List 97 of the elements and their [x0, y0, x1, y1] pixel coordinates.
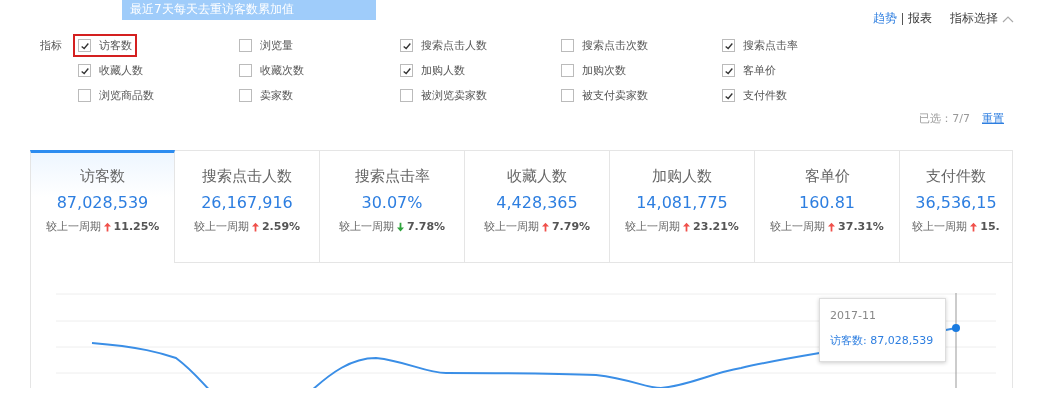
metric-value: 36,536,15: [915, 193, 997, 212]
checkbox[interactable]: [561, 89, 574, 102]
checkbox[interactable]: [239, 39, 252, 52]
option-label: 收藏人数: [99, 63, 143, 78]
metric-title: 访客数: [80, 167, 125, 186]
option-label: 搜索点击率: [743, 38, 798, 53]
filter-label: 指标: [40, 38, 63, 54]
metric-title: 客单价: [804, 167, 850, 186]
indicator-option[interactable]: 客单价: [717, 59, 781, 82]
caret-icon: [1002, 14, 1014, 23]
checkbox[interactable]: [78, 64, 91, 77]
indicator-option[interactable]: 搜索点击人数: [395, 34, 492, 57]
change-percent: 2.59%: [261, 220, 301, 233]
option-label: 卖家数: [260, 88, 293, 103]
checkbox[interactable]: [78, 39, 91, 52]
reset-link[interactable]: 重置: [982, 111, 1004, 126]
compare-label: 较上一周期: [912, 219, 968, 234]
change-percent: 7.79%: [551, 220, 591, 233]
option-label: 被支付卖家数: [582, 88, 648, 103]
metric-card[interactable]: 收藏人数 4,428,365 较上一周期 7.79%: [465, 150, 610, 263]
checkmark-icon: [79, 65, 90, 76]
checkbox[interactable]: [239, 64, 252, 77]
metric-card[interactable]: 搜索点击率 30.07% 较上一周期 7.78%: [320, 150, 465, 263]
checkmark-icon: [723, 40, 734, 51]
indicator-option[interactable]: 浏览量: [234, 34, 298, 57]
checkbox[interactable]: [400, 89, 413, 102]
metric-value: 87,028,539: [56, 193, 149, 212]
selected-count: 已选：7/7: [919, 111, 970, 126]
indicator-option[interactable]: 浏览商品数: [73, 84, 159, 107]
change-percent: 23.21%: [693, 220, 739, 233]
metric-picker-toggle[interactable]: 指标选择: [950, 10, 1014, 27]
metric-card[interactable]: 搜索点击人数 26,167,916 较上一周期 2.59%: [175, 150, 320, 263]
metric-value: 160.81: [799, 193, 855, 212]
metric-card[interactable]: 加购人数 14,081,775 较上一周期 23.21%: [610, 150, 755, 263]
option-label: 搜索点击人数: [421, 38, 487, 53]
checkmark-icon: [723, 90, 734, 101]
checkbox[interactable]: [400, 39, 413, 52]
option-label: 被浏览卖家数: [421, 88, 487, 103]
compare-label: 较上一周期: [193, 219, 249, 234]
checkbox[interactable]: [400, 64, 413, 77]
indicator-option[interactable]: 加购次数: [556, 59, 631, 82]
metric-title: 支付件数: [926, 167, 986, 186]
checkmark-icon: [723, 65, 734, 76]
indicator-option[interactable]: 加购人数: [395, 59, 470, 82]
metric-value: 14,081,775: [636, 193, 728, 212]
metric-title: 收藏人数: [507, 167, 567, 186]
view-tab[interactable]: 报表: [908, 10, 932, 27]
compare-label: 较上一周期: [770, 219, 826, 234]
compare-label: 较上一周期: [483, 219, 539, 234]
metric-title: 搜索点击率: [354, 167, 430, 186]
metric-value: 4,428,365: [496, 193, 578, 212]
option-label: 浏览量: [260, 38, 293, 53]
checkmark-icon: [401, 65, 412, 76]
compare-label: 较上一周期: [338, 219, 394, 234]
indicator-option[interactable]: 搜索点击次数: [556, 34, 653, 57]
checkbox[interactable]: [561, 64, 574, 77]
option-label: 收藏次数: [260, 63, 304, 78]
compare-label: 较上一周期: [625, 219, 681, 234]
change-percent: 7.78%: [406, 220, 446, 233]
metric-card[interactable]: 客单价 160.81 较上一周期 37.31%: [755, 150, 900, 263]
option-label: 加购人数: [421, 63, 465, 78]
metric-title: 搜索点击人数: [202, 167, 292, 186]
indicator-option[interactable]: 收藏人数: [73, 59, 148, 82]
compare-label: 较上一周期: [45, 219, 101, 234]
indicator-option[interactable]: 搜索点击率: [717, 34, 803, 57]
checkbox[interactable]: [78, 89, 91, 102]
indicator-option[interactable]: 卖家数: [234, 84, 298, 107]
view-tab[interactable]: 趋势: [873, 10, 897, 27]
indicator-option[interactable]: 被浏览卖家数: [395, 84, 492, 107]
indicator-option[interactable]: 收藏次数: [234, 59, 309, 82]
indicator-option[interactable]: 访客数: [73, 34, 137, 57]
checkbox[interactable]: [561, 39, 574, 52]
checkbox[interactable]: [722, 89, 735, 102]
metric-title: 加购人数: [652, 167, 712, 186]
metric-value: 26,167,916: [201, 193, 293, 212]
checkbox[interactable]: [722, 39, 735, 52]
option-label: 加购次数: [582, 63, 626, 78]
tooltip-date: 2017-11: [830, 309, 877, 322]
indicator-option[interactable]: 支付件数: [717, 84, 792, 107]
option-label: 浏览商品数: [99, 88, 154, 103]
metric-card[interactable]: 访客数 87,028,539 较上一周期 11.25%: [30, 150, 175, 263]
checkbox[interactable]: [722, 64, 735, 77]
checkbox[interactable]: [239, 89, 252, 102]
option-label: 客单价: [743, 63, 776, 78]
option-label: 支付件数: [743, 88, 787, 103]
tooltip-value: 访客数: 87,028,539: [830, 333, 935, 348]
change-percent: 15.: [980, 220, 1000, 233]
tip-banner: 最近7天每天去重访客数累加值: [122, 0, 376, 20]
change-percent: 37.31%: [838, 220, 884, 233]
metric-value: 30.07%: [361, 193, 423, 212]
metric-card[interactable]: 支付件数 36,536,15 较上一周期 15.: [900, 150, 1013, 263]
change-percent: 11.25%: [113, 220, 160, 233]
option-label: 访客数: [99, 38, 132, 53]
checkmark-icon: [79, 40, 90, 51]
indicator-option[interactable]: 被支付卖家数: [556, 84, 653, 107]
checkmark-icon: [401, 40, 412, 51]
option-label: 搜索点击次数: [582, 38, 648, 53]
